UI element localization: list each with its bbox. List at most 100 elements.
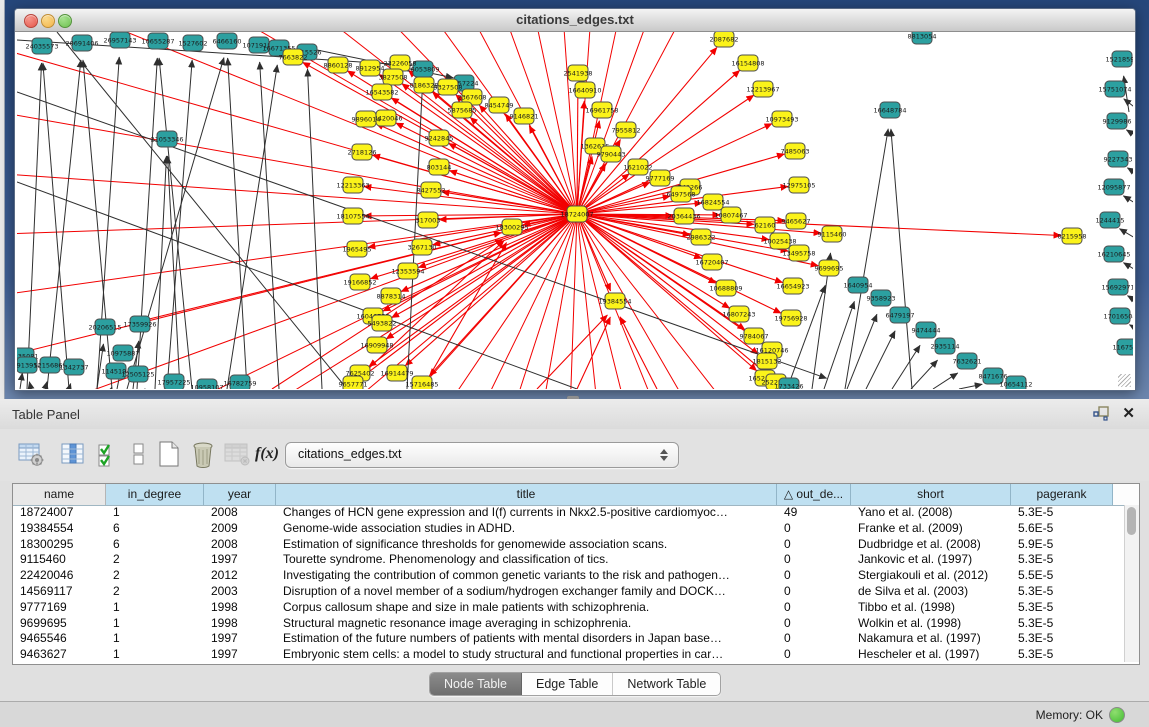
column-header-title[interactable]: title: [276, 484, 777, 505]
graph-node[interactable]: 7663822: [279, 49, 308, 65]
graph-node[interactable]: 9699695: [815, 260, 844, 276]
function-builder-button[interactable]: f(x): [252, 439, 282, 469]
table-row[interactable]: 2242004622012Investigating the contribut…: [13, 568, 1123, 584]
graph-node[interactable]: 9784067: [740, 328, 769, 344]
graph-node[interactable]: 17957225: [157, 374, 190, 389]
graph-node[interactable]: 317003: [416, 212, 441, 228]
graph-node[interactable]: 8860128: [324, 57, 353, 73]
graph-node[interactable]: 12213363: [336, 177, 369, 193]
graph-node[interactable]: 1342737: [60, 359, 89, 375]
table-row[interactable]: 1872400712008Changes of HCN gene express…: [13, 505, 1123, 521]
graph-node[interactable]: 15218596: [1105, 51, 1133, 67]
graph-node[interactable]: 15692971: [1101, 279, 1133, 295]
graph-node[interactable]: 62160: [755, 217, 776, 233]
graph-node[interactable]: 3267130: [408, 239, 437, 255]
graph-node[interactable]: 16654923: [776, 278, 809, 294]
graph-node[interactable]: 10958107: [190, 379, 223, 389]
graph-node[interactable]: 15716485: [405, 376, 438, 389]
graph-node[interactable]: 9474444: [912, 322, 941, 338]
column-header-year[interactable]: year: [204, 484, 276, 505]
graph-node[interactable]: 16210645: [1097, 246, 1130, 262]
column-header-short[interactable]: short: [851, 484, 1011, 505]
graph-node[interactable]: 1815132: [753, 353, 782, 369]
graph-node[interactable]: 9465627: [782, 213, 811, 229]
graph-node[interactable]: 9896014: [352, 111, 381, 127]
table-row[interactable]: 1830029562008Estimation of significance …: [13, 537, 1123, 553]
network-window-titlebar[interactable]: citations_edges.txt: [15, 9, 1135, 32]
graph-node[interactable]: 5493822: [368, 315, 397, 331]
show-columns-button[interactable]: [58, 439, 88, 469]
column-header-pagerank[interactable]: pagerank: [1011, 484, 1113, 505]
graph-node[interactable]: 12095877: [1097, 179, 1130, 195]
graph-node[interactable]: 21053346: [150, 131, 183, 147]
graph-node[interactable]: 9358923: [867, 290, 896, 306]
table-row[interactable]: 977716911998Corpus callosum shape and si…: [13, 600, 1123, 616]
graph-node[interactable]: 8454749: [485, 97, 514, 113]
graph-node[interactable]: 9146821: [510, 108, 539, 124]
graph-node[interactable]: 1167553: [1113, 339, 1133, 355]
graph-node[interactable]: 6479197: [886, 307, 915, 323]
graph-node[interactable]: 12213967: [746, 81, 779, 97]
graph-node[interactable]: 2087682: [710, 32, 739, 47]
resize-grip-icon[interactable]: [1118, 374, 1131, 387]
graph-node[interactable]: 10655287: [141, 33, 174, 49]
graph-node[interactable]: 1621022: [624, 159, 653, 175]
table-row[interactable]: 946554611997Estimation of the future num…: [13, 631, 1123, 647]
graph-node[interactable]: 5875685: [448, 102, 477, 118]
network-canvas[interactable]: 1872400724035573206914062695714310655287…: [17, 32, 1133, 389]
new-column-button[interactable]: [154, 439, 184, 469]
graph-node[interactable]: 7485063: [781, 143, 810, 159]
graph-node[interactable]: 16640910: [568, 82, 601, 98]
graph-node[interactable]: 16543582: [365, 84, 398, 100]
column-header-out_de[interactable]: △ out_de...: [777, 484, 851, 505]
graph-node[interactable]: 9227343: [1104, 151, 1133, 167]
graph-node[interactable]: 9115460: [818, 226, 847, 242]
column-header-name[interactable]: name: [13, 484, 106, 505]
graph-node[interactable]: 2986322: [687, 229, 716, 245]
citation-network-graph[interactable]: 1872400724035573206914062695714310655287…: [17, 32, 1133, 389]
graph-node[interactable]: 6466160: [213, 33, 242, 49]
graph-node[interactable]: 16961758: [585, 102, 618, 118]
graph-node[interactable]: 803144: [427, 159, 452, 175]
table-settings-button[interactable]: [16, 439, 46, 469]
delete-column-button[interactable]: [188, 439, 218, 469]
graph-node[interactable]: 9242845: [425, 130, 454, 146]
graph-node[interactable]: 2718126: [348, 144, 377, 160]
graph-node[interactable]: 2541938: [564, 65, 593, 81]
graph-node[interactable]: 8427552: [417, 182, 446, 198]
graph-node[interactable]: 6497568: [667, 186, 696, 202]
select-all-button[interactable]: [94, 439, 124, 469]
graph-node[interactable]: 8813054: [908, 32, 937, 44]
tab-network-table[interactable]: Network Table: [613, 673, 720, 695]
graph-node[interactable]: 9790443: [597, 146, 626, 162]
scrollbar-thumb[interactable]: [1127, 507, 1136, 535]
graph-node[interactable]: 16720407: [695, 254, 728, 270]
graph-node[interactable]: 9129986: [1103, 113, 1132, 129]
graph-node[interactable]: 2935114: [931, 338, 960, 354]
graph-node[interactable]: 12353594: [391, 263, 424, 279]
close-panel-icon[interactable]: ✕: [1122, 404, 1135, 422]
graph-node[interactable]: 8215958: [1058, 228, 1087, 244]
graph-node[interactable]: 1244415: [1096, 212, 1125, 228]
graph-node[interactable]: 7955812: [612, 122, 641, 138]
graph-node[interactable]: 16648784: [873, 102, 906, 118]
column-header-in_degree[interactable]: in_degree: [106, 484, 204, 505]
graph-node[interactable]: 16807243: [722, 306, 755, 322]
table-scrollbar[interactable]: [1124, 505, 1139, 662]
float-window-icon[interactable]: [1093, 406, 1109, 422]
graph-node[interactable]: 16154808: [731, 55, 764, 71]
table-selector-dropdown[interactable]: citations_edges.txt: [285, 442, 679, 468]
graph-node[interactable]: 17016504: [1103, 308, 1133, 324]
graph-node[interactable]: 10975887: [106, 345, 139, 361]
graph-node[interactable]: 20206515: [88, 319, 121, 335]
graph-node[interactable]: 19384554: [598, 293, 631, 309]
tab-edge-table[interactable]: Edge Table: [522, 673, 613, 695]
graph-node[interactable]: 12975105: [782, 177, 815, 193]
graph-node[interactable]: 8878314: [377, 288, 406, 304]
table-row[interactable]: 969969511998Structural magnetic resonanc…: [13, 616, 1123, 632]
deselect-all-button[interactable]: [124, 439, 154, 469]
graph-node[interactable]: 7632621: [953, 353, 982, 369]
table-row[interactable]: 1938455462009Genome-wide association stu…: [13, 521, 1123, 537]
graph-node[interactable]: 1527602: [179, 35, 208, 51]
graph-node[interactable]: 1640954: [844, 277, 873, 293]
